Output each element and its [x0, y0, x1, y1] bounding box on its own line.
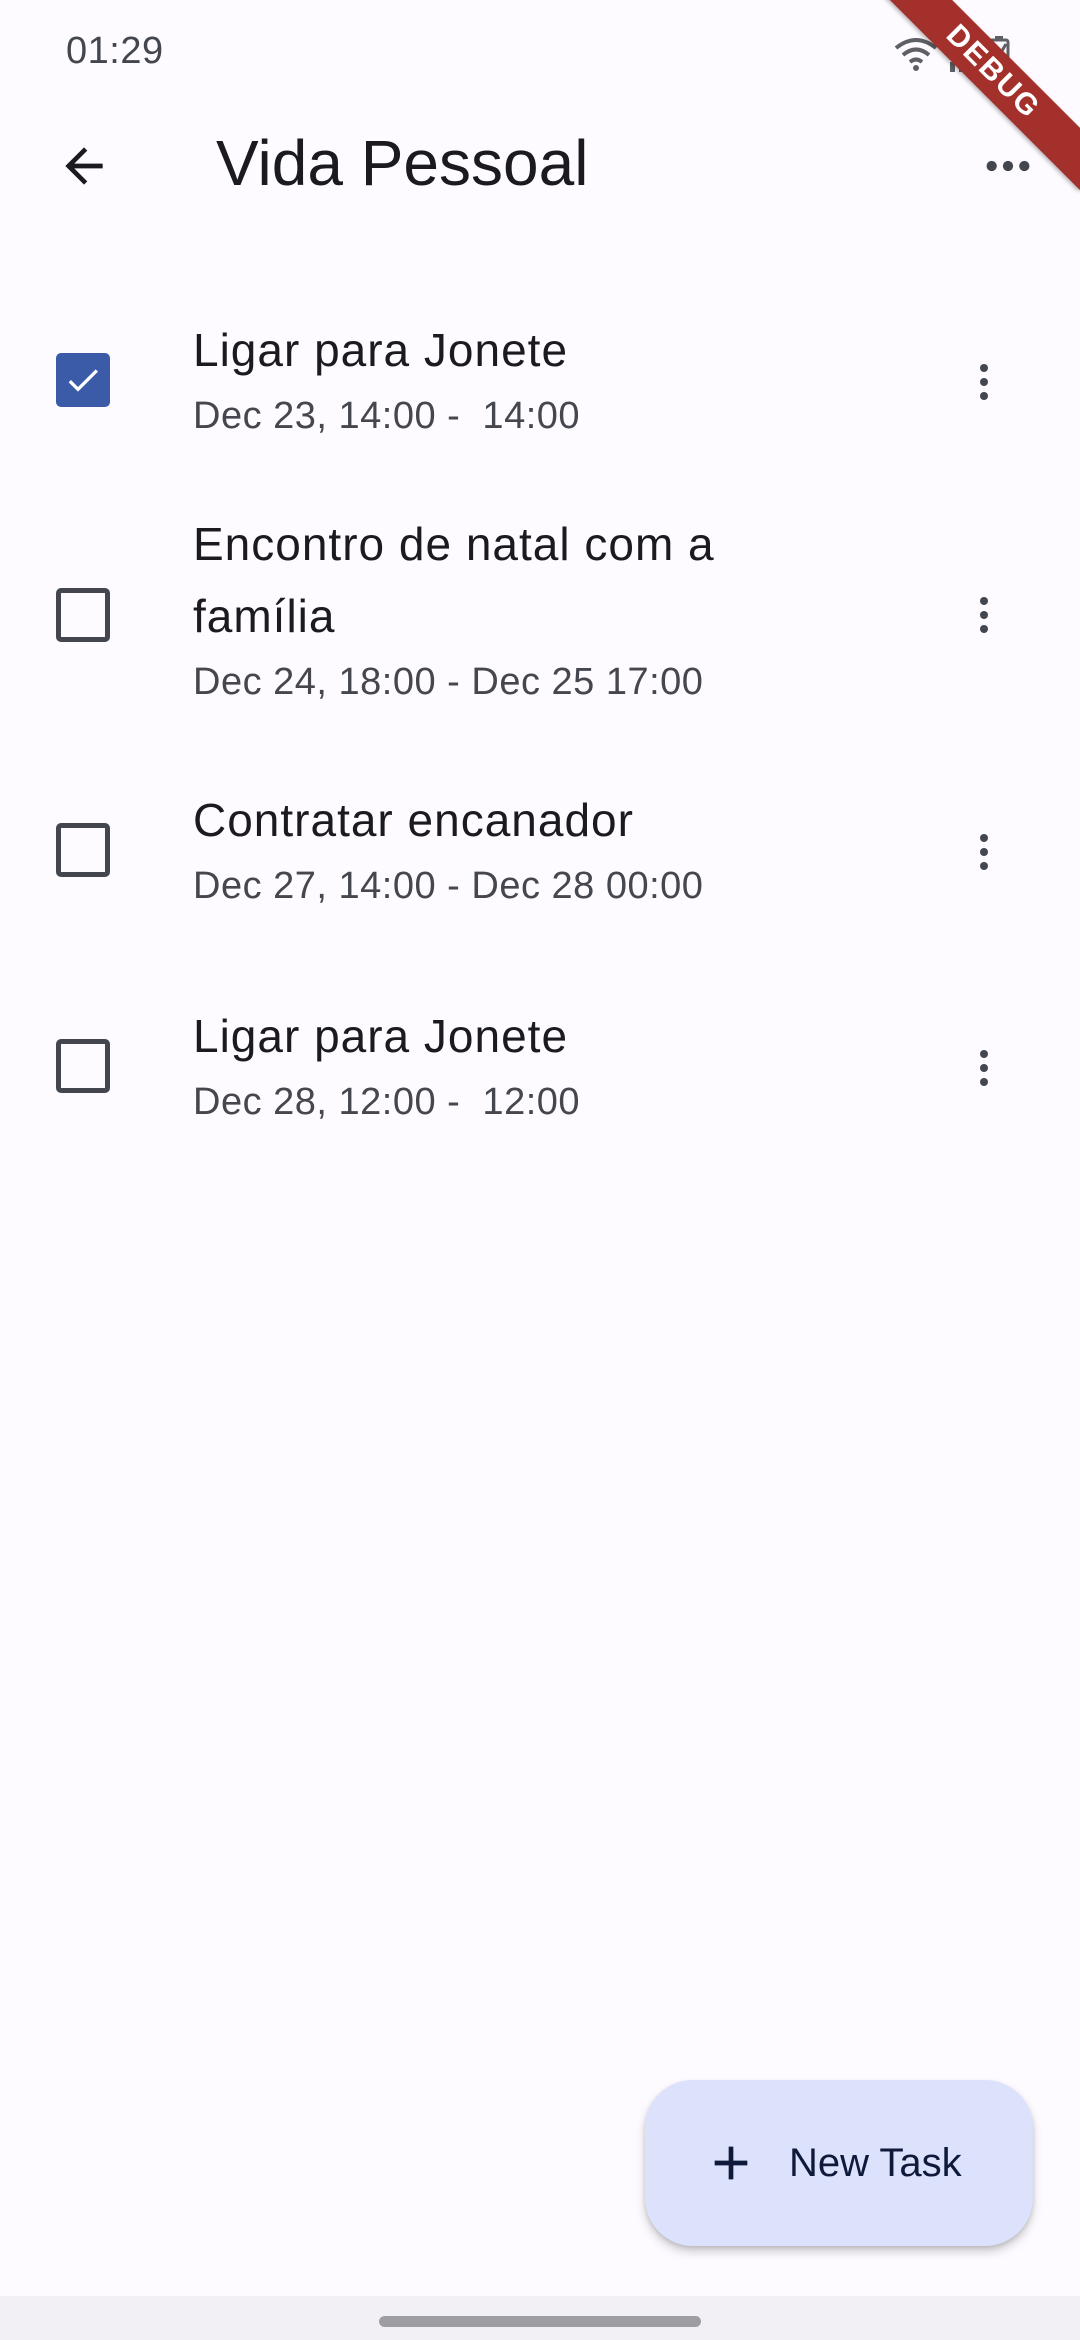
task-menu-button[interactable] [936, 1020, 1032, 1116]
wifi-icon [894, 38, 938, 71]
new-task-label: New Task [789, 2141, 962, 2185]
more-vertical-icon [980, 364, 988, 400]
task-item[interactable]: Ligar para Jonete Dec 23, 14:00 - 14:00 [0, 294, 1080, 474]
task-item[interactable]: Encontro de natal com a família Dec 24, … [0, 494, 1080, 734]
task-checkbox[interactable] [56, 823, 110, 877]
task-subtitle: Dec 27, 14:00 - Dec 28 00:00 [193, 865, 704, 907]
task-checkbox[interactable] [56, 353, 110, 407]
task-item[interactable]: Ligar para Jonete Dec 28, 12:00 - 12:00 [0, 980, 1080, 1160]
new-task-button[interactable]: New Task [645, 2080, 1033, 2246]
app-bar: Vida Pessoal [0, 100, 1080, 226]
task-subtitle: Dec 23, 14:00 - 14:00 [193, 395, 581, 437]
back-button[interactable] [36, 118, 132, 214]
page-title: Vida Pessoal [216, 127, 589, 199]
task-title: Ligar para Jonete [193, 324, 569, 376]
task-item[interactable]: Contratar encanador Dec 27, 14:00 - Dec … [0, 764, 1080, 944]
more-vertical-icon [980, 597, 988, 633]
task-menu-button[interactable] [936, 334, 1032, 430]
status-time: 01:29 [66, 30, 164, 72]
system-nav-bar [0, 2296, 1080, 2340]
arrow-left-icon [65, 147, 103, 185]
task-title: Ligar para Jonete [193, 1010, 569, 1062]
task-title: Encontro de natal com a família [193, 518, 715, 642]
checkmark-icon [68, 369, 98, 392]
task-menu-button[interactable] [936, 567, 1032, 663]
task-subtitle: Dec 28, 12:00 - 12:00 [193, 1081, 581, 1123]
task-menu-button[interactable] [936, 804, 1032, 900]
task-title: Contratar encanador [193, 794, 634, 846]
gesture-handle[interactable] [379, 2316, 701, 2327]
more-vertical-icon [980, 1050, 988, 1086]
task-subtitle: Dec 24, 18:00 - Dec 25 17:00 [193, 661, 704, 703]
plus-icon [714, 2146, 748, 2180]
more-options-button[interactable] [960, 118, 1056, 214]
more-horizontal-icon [986, 160, 1030, 172]
task-checkbox[interactable] [56, 1039, 110, 1093]
more-vertical-icon [980, 834, 988, 870]
task-checkbox[interactable] [56, 588, 110, 642]
